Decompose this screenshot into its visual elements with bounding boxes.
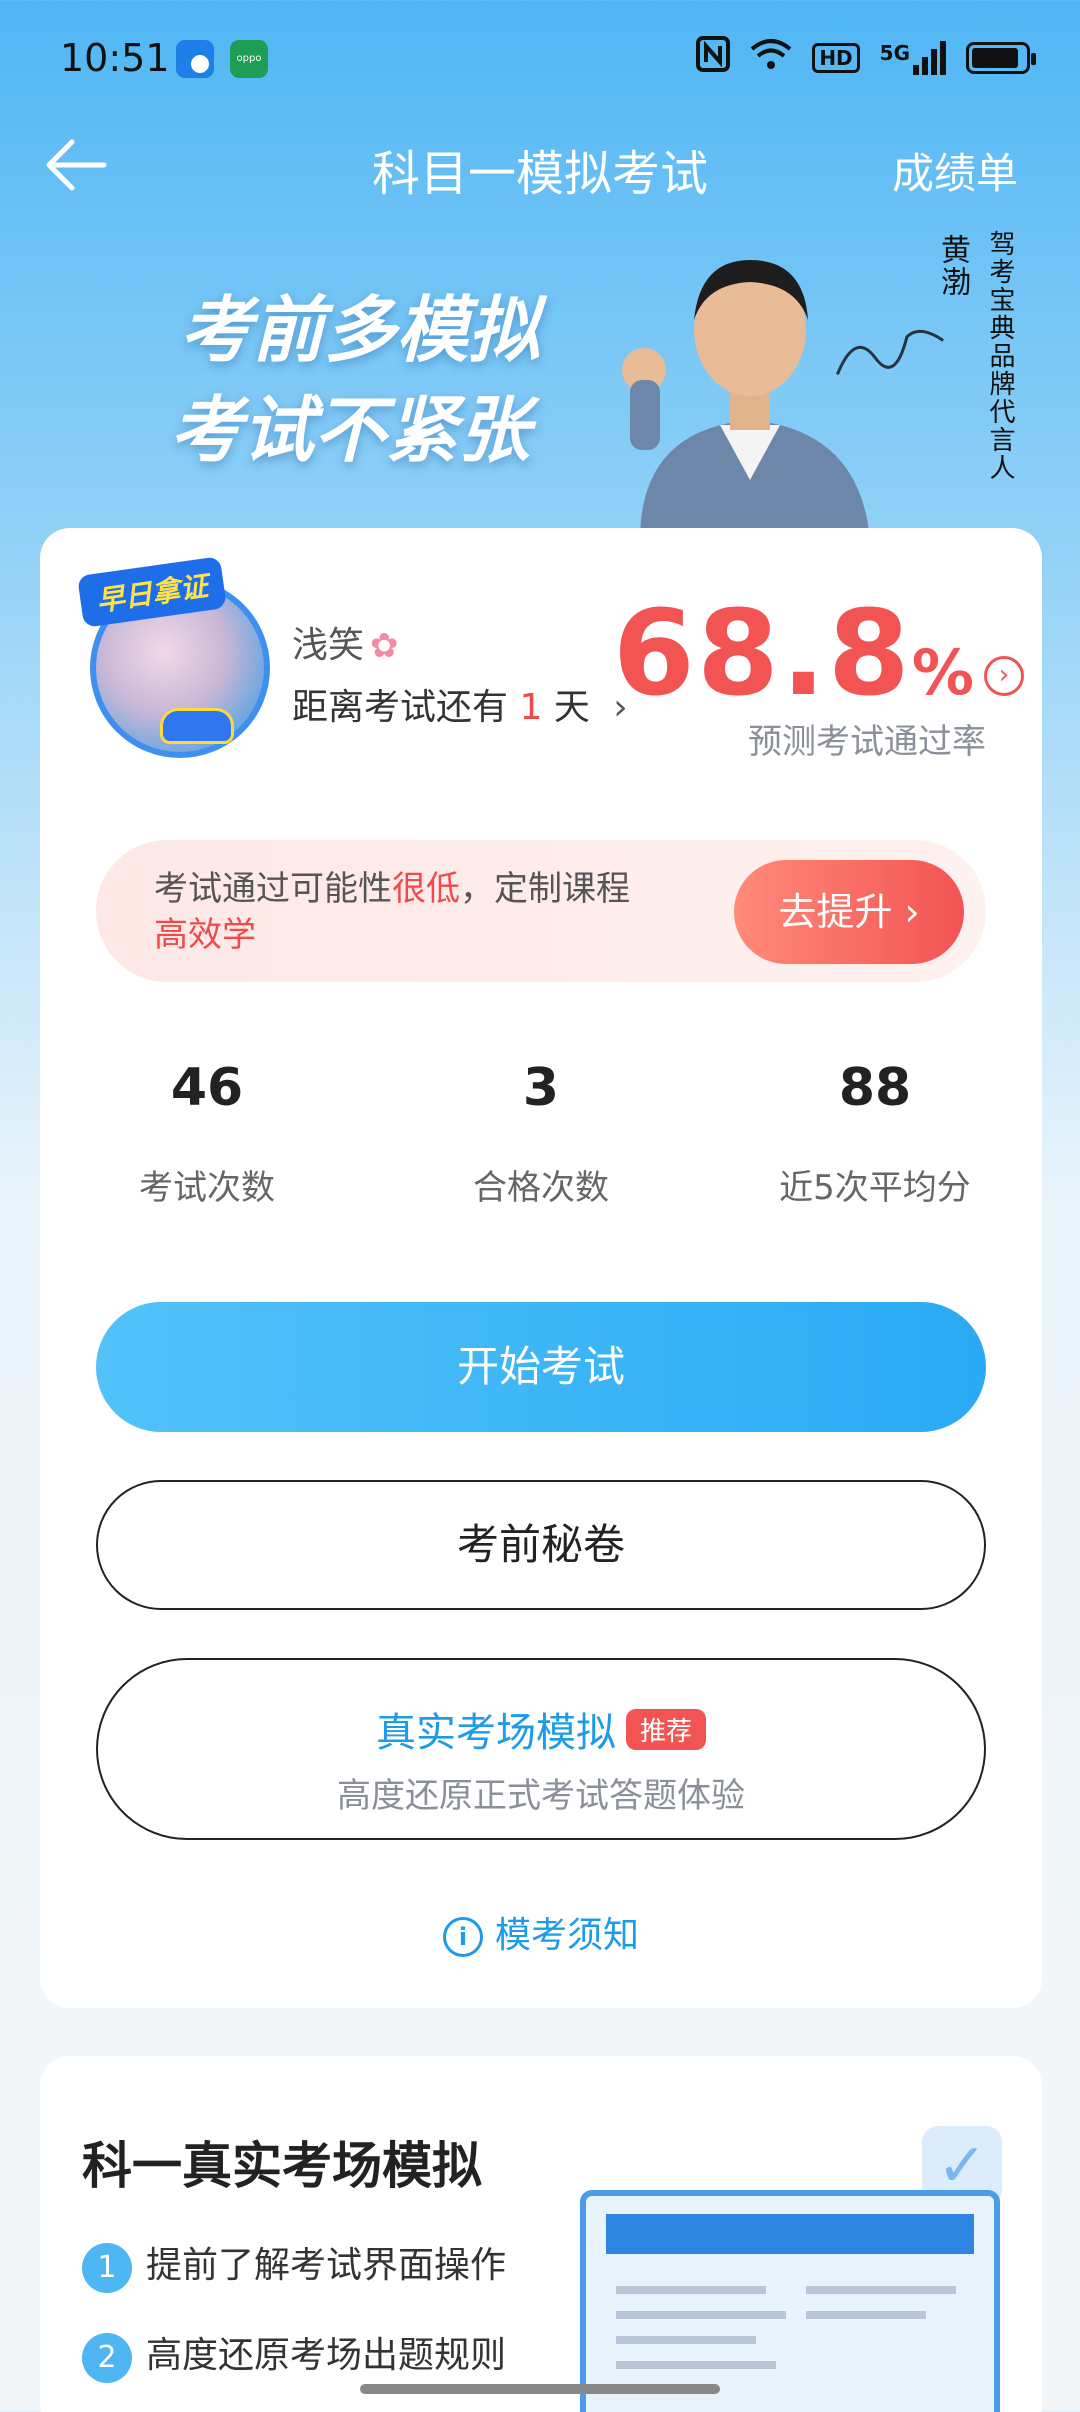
score-report-link[interactable]: 成绩单 [892,140,1018,201]
username-text: 浅笑 [292,625,365,666]
home-indicator[interactable] [360,2384,720,2394]
promo-text-suffix: ，定制课程 [460,869,630,909]
5g-signal-icon: 5G [879,40,946,75]
banner-slogan: 考前多模拟 考试不紧张 [170,280,541,480]
status-bar: 10:51 oppo HD 5G [0,0,1080,120]
top-nav: 科目一模拟考试 成绩单 [0,120,1080,210]
stat-average-score: 88 近5次平均分 [708,1058,1042,1209]
pass-rate-caption: 预测考试通过率 [748,722,986,762]
feature-item: 1 提前了解考试界面操作 [82,2236,506,2293]
status-time: 10:51 [60,36,170,80]
exam-summary-card: 早日拿证 浅笑 ✿ 距离考试还有 1 天 › 68.8% › 预测考试通过率 考试… [40,528,1042,2008]
pass-rate-unit: % [911,636,976,709]
promo-text-line2: 高效学 [154,915,256,955]
chevron-right-icon: › [904,890,920,934]
spokesperson-title: 驾考宝典品牌代言人 [985,230,1015,482]
section-title: 科一真实考场模拟 [82,2137,482,2195]
exam-countdown[interactable]: 距离考试还有 1 天 › [292,678,628,730]
slogan-line-1: 考前多模拟 [180,288,541,372]
promo-highlight: 很低 [392,869,460,909]
slogan-line-2: 考试不紧张 [170,388,531,472]
recommend-badge: 推荐 [625,1709,706,1750]
stat-label: 合格次数 [473,1168,609,1208]
battery-icon [966,41,1036,74]
info-icon: i [442,1917,483,1957]
feature-text: 高度还原考场出题规则 [146,2335,507,2376]
exam-notice-label: 模考须知 [494,1915,639,1956]
real-exam-simulation-button[interactable]: 真实考场模拟 推荐 高度还原正式考试答题体验 [96,1658,986,1840]
hd-icon: HD [812,42,860,73]
app-notification-icon [176,40,214,78]
network-label: 5G [879,40,910,65]
pass-rate-arrow-icon[interactable]: › [984,656,1024,696]
stat-label: 近5次平均分 [779,1168,971,1208]
stat-value: 46 [170,1058,244,1118]
real-exam-subtitle: 高度还原正式考试答题体验 [337,1776,745,1816]
feature-number: 2 [82,2333,132,2383]
exam-interface-preview-image [580,2190,1000,2412]
start-exam-button[interactable]: 开始考试 [96,1302,986,1432]
stat-pass-count: 3 合格次数 [374,1058,708,1209]
car-badge-icon [160,708,234,744]
exam-notice-link[interactable]: i 模考须知 [40,1906,1042,1958]
secret-paper-button[interactable]: 考前秘卷 [96,1480,986,1610]
promo-banner[interactable]: 考前多模拟 考试不紧张 黄渤 驾考宝典品牌代言人 [0,210,1080,540]
wifi-icon [750,37,792,78]
nfc-icon [696,36,731,79]
username: 浅笑 ✿ [292,616,399,668]
improve-button[interactable]: 去提升 › [734,860,964,964]
stat-value: 3 [522,1058,560,1118]
countdown-suffix: 天 [553,687,590,728]
course-promo[interactable]: 考试通过可能性很低，定制课程 高效学 去提升 › [96,840,986,982]
countdown-days: 1 [519,687,543,728]
oppo-notification-icon: oppo [230,40,268,78]
improve-button-label: 去提升 [778,890,893,934]
feature-item: 2 高度还原考场出题规则 [82,2326,506,2383]
spokesperson-name: 黄渤 [935,234,970,298]
real-exam-title: 真实考场模拟 推荐 [98,1700,984,1758]
feature-number: 1 [82,2243,132,2293]
status-icons: HD 5G [696,36,1036,79]
real-exam-title-text: 真实考场模拟 [375,1710,616,1756]
real-exam-section: 科一真实考场模拟 1 提前了解考试界面操作 2 高度还原考场出题规则 ✓ [40,2056,1042,2412]
stat-exam-count: 46 考试次数 [40,1058,374,1209]
flower-icon: ✿ [370,626,399,666]
pass-rate-value[interactable]: 68.8% [613,584,976,722]
promo-text-prefix: 考试通过可能性 [154,869,392,909]
pass-rate-number: 68.8 [612,584,912,722]
stat-label: 考试次数 [139,1168,275,1208]
feature-text: 提前了解考试界面操作 [146,2245,507,2286]
promo-text: 考试通过可能性很低，定制课程 高效学 [154,866,694,958]
stat-value: 88 [838,1058,912,1118]
exam-stats: 46 考试次数 3 合格次数 88 近5次平均分 [40,1058,1042,1209]
countdown-prefix: 距离考试还有 [292,687,509,728]
